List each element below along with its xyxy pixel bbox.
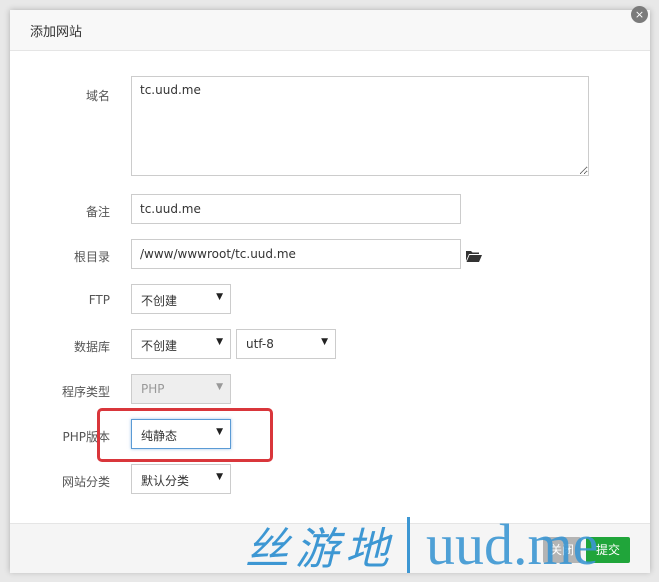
ftp-select[interactable]: 不创建 ▼ xyxy=(131,284,231,314)
remark-label: 备注 xyxy=(85,205,110,219)
add-site-dialog: 添加网站 × 域名 tc.uud.me 备注 根目录 FTP 不创建 ▼ 数据库… xyxy=(10,6,650,573)
remark-input[interactable] xyxy=(131,194,461,224)
site-category-label: 网站分类 xyxy=(61,475,110,489)
site-category-select[interactable]: 默认分类 ▼ xyxy=(131,464,231,494)
program-type-label: 程序类型 xyxy=(61,385,110,399)
program-type-select-value: PHP xyxy=(141,382,165,396)
site-category-select-value: 默认分类 xyxy=(141,474,190,488)
charset-select-value: utf-8 xyxy=(246,337,274,351)
ftp-select-value: 不创建 xyxy=(141,294,178,308)
chevron-down-icon: ▼ xyxy=(216,382,223,392)
folder-open-icon[interactable] xyxy=(466,250,482,262)
highlight-annotation xyxy=(97,408,273,462)
root-dir-label: 根目录 xyxy=(73,250,110,264)
charset-select[interactable]: utf-8 ▼ xyxy=(236,329,336,359)
database-select[interactable]: 不创建 ▼ xyxy=(131,329,231,359)
domain-textarea[interactable]: tc.uud.me xyxy=(131,76,589,176)
chevron-down-icon: ▼ xyxy=(216,337,223,347)
dialog-footer: 关闭 提交 xyxy=(10,523,650,573)
chevron-down-icon: ▼ xyxy=(321,337,328,347)
submit-button[interactable]: 提交 xyxy=(586,537,630,563)
dialog-title: 添加网站 xyxy=(30,25,83,40)
database-label: 数据库 xyxy=(73,340,110,354)
ftp-label: FTP xyxy=(88,293,110,307)
dialog-titlebar: 添加网站 xyxy=(10,10,650,51)
database-select-value: 不创建 xyxy=(141,339,178,353)
close-button[interactable]: 关闭 xyxy=(543,537,581,563)
root-dir-input[interactable] xyxy=(131,239,461,269)
close-icon[interactable]: × xyxy=(631,6,648,23)
chevron-down-icon: ▼ xyxy=(216,472,223,482)
domain-label: 域名 xyxy=(85,89,110,103)
php-version-label: PHP版本 xyxy=(62,430,111,444)
program-type-select: PHP ▼ xyxy=(131,374,231,404)
chevron-down-icon: ▼ xyxy=(216,292,223,302)
